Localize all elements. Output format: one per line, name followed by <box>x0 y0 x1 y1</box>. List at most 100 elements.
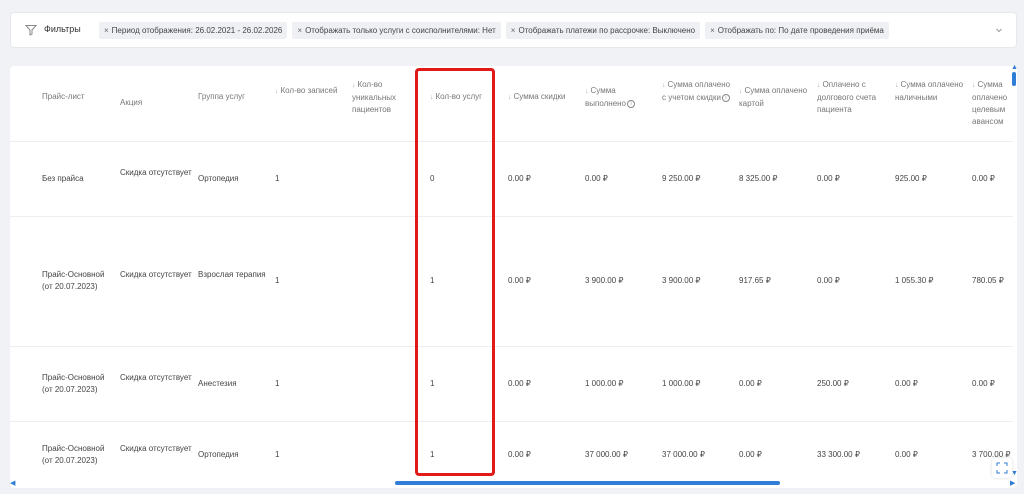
table-cell: 1 000.00 ₽ <box>585 378 624 388</box>
tag-close-icon[interactable]: × <box>710 26 715 35</box>
table-cell: 0.00 ₽ <box>508 378 531 388</box>
table-cell: 37 000.00 ₽ <box>662 449 705 459</box>
table-cell: 0.00 ₽ <box>508 173 531 183</box>
column-header-label: Оплачено с долгового счета пациента <box>817 80 877 114</box>
filter-tag-label: Отображать только услуги с соисполнителя… <box>305 26 496 35</box>
column-header-label: Сумма оплачено с учетом скидки <box>662 80 731 102</box>
table-cell: 1 <box>275 276 280 285</box>
sort-icon[interactable]: ↓ <box>895 82 899 89</box>
filter-tags: × Период отображения: 26.02.2021 - 26.02.… <box>99 22 889 39</box>
column-header[interactable]: ↓ Оплачено с долгового счета пациента <box>817 79 889 116</box>
column-header[interactable]: ↓ Сумма оплачено наличными <box>895 79 967 104</box>
filter-tag[interactable]: × Период отображения: 26.02.2021 - 26.02.… <box>99 22 288 39</box>
sort-icon[interactable]: ↓ <box>508 94 512 101</box>
table-cell: 917.65 ₽ <box>739 276 771 285</box>
filter-tag-label: Отображать платежи по рассрочке: Выключе… <box>518 26 696 35</box>
filter-tag[interactable]: × Отображать по: По дате проведения приём… <box>705 22 889 39</box>
filter-bar[interactable]: Фильтры × Период отображения: 26.02.2021 … <box>10 12 1017 48</box>
row-divider <box>10 141 1013 142</box>
table-cell: Без прайса <box>42 173 84 183</box>
filter-tag[interactable]: × Отображать только услуги с соисполнител… <box>292 22 501 39</box>
table-cell: 0.00 ₽ <box>972 378 995 388</box>
report-table: Прайс-лист Акция Группа услуг ↓ Кол-во запис… <box>10 66 1017 488</box>
table-cell: 1 <box>430 378 435 388</box>
table-cell: Прайс-Основной (от 20.07.2023) <box>42 443 105 465</box>
sort-icon[interactable]: ↓ <box>275 88 279 95</box>
table-cell: Прайс-Основной (от 20.07.2023) <box>42 270 105 291</box>
column-header-label: Группа услуг <box>198 92 246 101</box>
table-cell: Ортопедия <box>198 449 239 459</box>
column-header: Прайс-лист <box>42 91 114 103</box>
info-icon[interactable]: i <box>721 93 730 102</box>
table-cell: 0.00 ₽ <box>739 449 762 459</box>
table-cell: 0.00 ₽ <box>739 378 762 388</box>
column-header[interactable]: ↓ Сумма оплачено с учетом скидки i <box>662 79 734 104</box>
table-cell: 780.05 ₽ <box>972 276 1004 285</box>
vertical-scrollbar[interactable] <box>1012 72 1016 86</box>
filter-label: Фильтры <box>44 24 81 34</box>
table-cell: 0 <box>430 173 435 183</box>
fullscreen-button[interactable] <box>992 458 1012 478</box>
column-header-label: Сумма оплачено картой <box>739 86 808 108</box>
table-cell: 1 <box>275 449 280 459</box>
tag-close-icon[interactable]: × <box>104 26 109 35</box>
column-header-label: Сумма скидки <box>513 92 566 101</box>
scroll-up-icon[interactable]: ▲ <box>1011 64 1018 71</box>
table-cell: 1 <box>275 378 280 388</box>
column-header: Группа услуг <box>198 91 270 103</box>
horizontal-scrollbar[interactable] <box>395 481 780 485</box>
column-header[interactable]: ↓ Кол-во услуг <box>430 91 500 104</box>
table-cell: 3 900.00 ₽ <box>662 276 701 285</box>
table-cell: 1 000.00 ₽ <box>662 378 701 388</box>
table-cell: 37 000.00 ₽ <box>585 449 628 459</box>
sort-icon[interactable]: ↓ <box>585 88 589 95</box>
column-header[interactable]: ↓ Сумма оплачено картой <box>739 85 811 110</box>
table-cell: 0.00 ₽ <box>817 173 840 183</box>
table-cell: Взрослая терапия <box>198 270 266 279</box>
filter-tag[interactable]: × Отображать платежи по рассрочке: Выключ… <box>505 22 701 39</box>
table-cell: 1 <box>430 276 435 285</box>
table-cell: Скидка отсутствует <box>120 167 192 177</box>
chevron-down-icon[interactable] <box>994 25 1004 35</box>
scroll-right-icon[interactable]: ▶ <box>1010 479 1015 487</box>
table-cell: 1 055.30 ₽ <box>895 276 934 285</box>
column-header[interactable]: ↓ Сумма скидки <box>508 91 580 104</box>
column-header[interactable]: ↓ Кол-во записей <box>275 85 345 98</box>
column-header[interactable]: ↓ Сумма оплачено целевым авансом <box>972 79 1017 128</box>
sort-icon[interactable]: ↓ <box>972 82 976 89</box>
sort-icon[interactable]: ↓ <box>352 82 356 89</box>
sort-icon[interactable]: ↓ <box>739 88 743 95</box>
table-cell: 0.00 ₽ <box>585 173 608 183</box>
table-cell: 0.00 ₽ <box>508 276 531 285</box>
filter-tag-label: Отображать по: По дате проведения приёма <box>717 26 884 35</box>
table-cell: 33 300.00 ₽ <box>817 449 860 459</box>
table-cell: Ортопедия <box>198 173 239 183</box>
expand-icon <box>996 462 1008 474</box>
column-header-label: Кол-во услуг <box>435 92 483 101</box>
table-cell: 1 <box>430 449 435 459</box>
table-cell: 0.00 ₽ <box>972 173 995 183</box>
filter-tag-label: Период отображения: 26.02.2021 - 26.02.2… <box>111 26 283 35</box>
sort-icon[interactable]: ↓ <box>430 94 434 101</box>
column-header[interactable]: ↓ Сумма выполнено i <box>585 85 657 110</box>
column-header[interactable]: ↓ Кол-во уникальных пациентов <box>352 79 422 116</box>
scroll-left-icon[interactable]: ◀ <box>10 479 15 487</box>
sort-icon[interactable]: ↓ <box>662 82 666 89</box>
table-cell: 0.00 ₽ <box>895 378 918 388</box>
column-header: Акция <box>120 97 192 109</box>
sort-icon[interactable]: ↓ <box>817 82 821 89</box>
table-cell: 1 <box>275 173 280 183</box>
table-cell: 0.00 ₽ <box>508 449 531 459</box>
tag-close-icon[interactable]: × <box>297 26 302 35</box>
row-divider <box>10 346 1013 347</box>
table-cell: 8 325.00 ₽ <box>739 173 778 183</box>
info-icon[interactable]: i <box>627 99 636 108</box>
table-cell: Прайс-Основной (от 20.07.2023) <box>42 372 105 394</box>
table-cell: 925.00 ₽ <box>895 173 927 183</box>
column-header-label: Сумма оплачено наличными <box>895 80 964 102</box>
tag-close-icon[interactable]: × <box>511 26 516 35</box>
filter-icon <box>25 25 37 36</box>
row-divider <box>10 216 1013 217</box>
scroll-down-icon[interactable]: ▼ <box>1011 470 1018 477</box>
column-header-label: Акция <box>120 98 143 107</box>
